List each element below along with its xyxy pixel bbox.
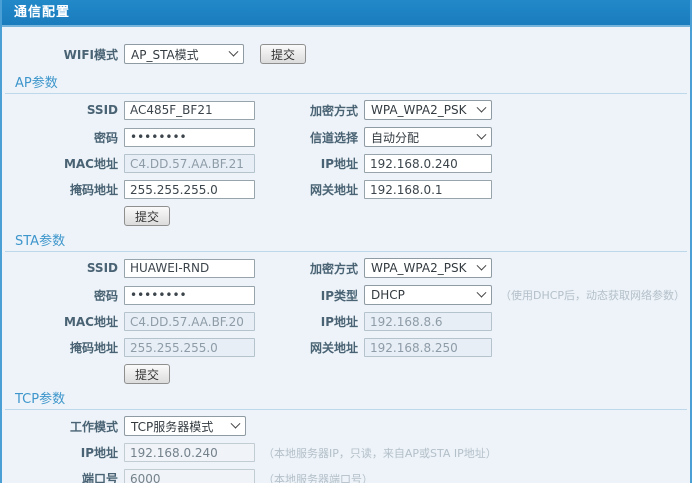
chevron-down-icon xyxy=(231,418,241,428)
chevron-down-icon xyxy=(477,287,487,297)
ap-row-3: MAC地址 IP地址 xyxy=(2,154,690,173)
ap-mask-label: 掩码地址 xyxy=(2,181,118,198)
sta-mask-input xyxy=(124,338,255,357)
wifi-mode-label: WIFI模式 xyxy=(2,46,118,63)
ap-mask-input[interactable] xyxy=(124,180,255,199)
chevron-down-icon xyxy=(477,260,487,270)
ap-section-divider xyxy=(5,93,687,94)
sta-ip-label: IP地址 xyxy=(255,313,358,330)
wifi-mode-selected-value: AP_STA模式 xyxy=(131,46,199,63)
sta-row-1: SSID 加密方式 WPA_WPA2_PSK xyxy=(2,258,690,278)
sta-mac-label: MAC地址 xyxy=(2,313,118,330)
sta-password-input[interactable] xyxy=(124,286,255,305)
chevron-down-icon xyxy=(477,102,487,112)
sta-gateway-label: 网关地址 xyxy=(255,339,358,356)
tcp-ip-input xyxy=(124,443,255,462)
ap-password-label: 密码 xyxy=(2,129,118,146)
tcp-ip-note: （本地服务器IP，只读，来自AP或STA IP地址） xyxy=(263,445,497,461)
tcp-section-title: TCP参数 xyxy=(2,392,690,407)
tcp-work-mode-select[interactable]: TCP服务器模式 xyxy=(124,416,246,436)
ap-ssid-input[interactable] xyxy=(124,101,255,120)
sta-encryption-select[interactable]: WPA_WPA2_PSK xyxy=(364,258,492,278)
sta-row-2: 密码 IP类型 DHCP （使用DHCP后，动态获取网络参数） xyxy=(2,285,690,305)
sta-ip-type-select[interactable]: DHCP xyxy=(364,285,492,305)
ap-channel-label: 信道选择 xyxy=(255,129,358,146)
tcp-row-1: 工作模式 TCP服务器模式 xyxy=(2,416,690,436)
wifi-mode-row: WIFI模式 AP_STA模式 提交 xyxy=(2,27,690,64)
ap-encryption-label: 加密方式 xyxy=(255,102,358,119)
sta-password-label: 密码 xyxy=(2,287,118,304)
sta-ssid-input[interactable] xyxy=(124,259,255,278)
tcp-section-divider xyxy=(5,409,687,410)
sta-gateway-input xyxy=(364,338,492,357)
sta-section-divider xyxy=(5,251,687,252)
ap-gateway-label: 网关地址 xyxy=(255,181,358,198)
ap-section-title: AP参数 xyxy=(2,76,690,91)
ap-ssid-label: SSID xyxy=(2,103,118,117)
sta-ip-input xyxy=(364,312,492,331)
ap-ip-input[interactable] xyxy=(364,154,492,173)
sta-ip-type-label: IP类型 xyxy=(255,287,358,304)
chevron-down-icon xyxy=(229,46,239,56)
ap-password-input[interactable] xyxy=(124,128,255,147)
tcp-ip-label: IP地址 xyxy=(2,444,118,461)
ap-channel-select[interactable]: 自动分配 xyxy=(364,127,492,147)
ap-mac-label: MAC地址 xyxy=(2,155,118,172)
sta-mask-label: 掩码地址 xyxy=(2,339,118,356)
sta-row-3: MAC地址 IP地址 xyxy=(2,312,690,331)
tcp-work-mode-label: 工作模式 xyxy=(2,418,118,435)
ap-encryption-selected-value: WPA_WPA2_PSK xyxy=(371,103,466,117)
sta-ip-type-note: （使用DHCP后，动态获取网络参数） xyxy=(500,287,685,303)
tcp-port-label: 端口号 xyxy=(2,470,118,483)
ap-row-2: 密码 信道选择 自动分配 xyxy=(2,127,690,147)
ap-mac-input xyxy=(124,154,255,173)
sta-mac-input xyxy=(124,312,255,331)
ap-gateway-input[interactable] xyxy=(364,180,492,199)
chevron-down-icon xyxy=(477,129,487,139)
sta-encryption-selected-value: WPA_WPA2_PSK xyxy=(371,261,466,275)
tcp-row-3: 端口号 （本地服务器端口号） xyxy=(2,469,690,483)
ap-submit-row: 提交 xyxy=(2,206,690,226)
communication-config-page: 通信配置 WIFI模式 AP_STA模式 提交 AP参数 SSID 加密方式 W… xyxy=(0,0,692,483)
sta-section-title: STA参数 xyxy=(2,234,690,249)
sta-submit-row: 提交 xyxy=(2,364,690,384)
wifi-mode-select[interactable]: AP_STA模式 xyxy=(124,44,244,64)
tcp-work-mode-selected-value: TCP服务器模式 xyxy=(131,418,213,435)
sta-ssid-label: SSID xyxy=(2,261,118,275)
wifi-mode-submit-button[interactable]: 提交 xyxy=(260,44,306,64)
ap-submit-button[interactable]: 提交 xyxy=(124,206,170,226)
ap-row-4: 掩码地址 网关地址 xyxy=(2,180,690,199)
sta-ip-type-selected-value: DHCP xyxy=(371,288,405,302)
ap-channel-selected-value: 自动分配 xyxy=(371,129,419,146)
tcp-port-input xyxy=(124,469,255,483)
tcp-port-note: （本地服务器端口号） xyxy=(263,471,373,484)
sta-encryption-label: 加密方式 xyxy=(255,260,358,277)
page-title: 通信配置 xyxy=(2,0,690,27)
ap-ip-label: IP地址 xyxy=(255,155,358,172)
ap-encryption-select[interactable]: WPA_WPA2_PSK xyxy=(364,100,492,120)
tcp-row-2: IP地址 （本地服务器IP，只读，来自AP或STA IP地址） xyxy=(2,443,690,462)
ap-row-1: SSID 加密方式 WPA_WPA2_PSK xyxy=(2,100,690,120)
sta-row-4: 掩码地址 网关地址 xyxy=(2,338,690,357)
sta-submit-button[interactable]: 提交 xyxy=(124,364,170,384)
